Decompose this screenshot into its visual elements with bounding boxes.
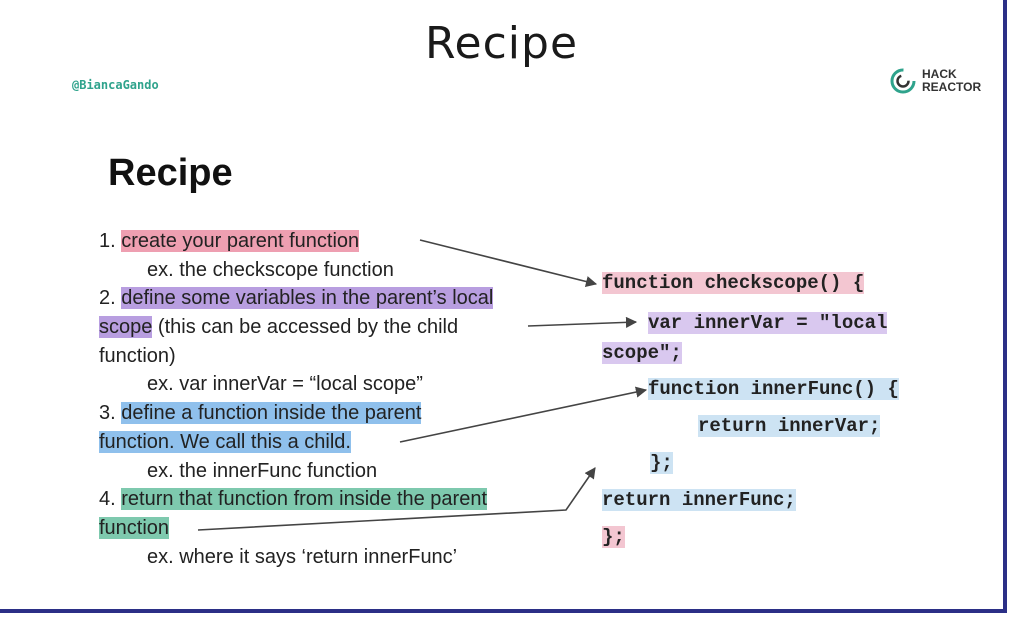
- step4-line2: function: [99, 514, 579, 543]
- step3-example: ex. the innerFunc function: [147, 459, 378, 482]
- step-number: 2.: [99, 287, 122, 310]
- list-item-step3: 3. define a function inside the parent: [99, 399, 579, 428]
- step3-highlight-a: define a function inside the parent: [121, 402, 422, 425]
- code-line-1: function checkscope() {: [602, 272, 865, 294]
- page-title: Recipe: [424, 18, 579, 69]
- step2-line2: scope (this can be accessed by the child: [99, 313, 579, 342]
- list-item-step1: 1. create your parent function: [99, 227, 579, 256]
- step4-highlight-b: function: [99, 516, 170, 539]
- code-line-6: };: [650, 452, 673, 474]
- slide-frame: Recipe @BiancaGando HACK REACTOR Recipe …: [0, 0, 1007, 613]
- step2-line3: function): [99, 344, 176, 367]
- logo-line-reactor: REACTOR: [922, 80, 982, 94]
- step-number: 3.: [99, 402, 122, 425]
- step2-rest: (this can be accessed by the child: [152, 316, 459, 339]
- step3-line2: function. We call this a child.: [99, 428, 579, 457]
- list-item-step4: 4. return that function from inside the …: [99, 485, 579, 514]
- code-line-7: return innerFunc;: [602, 489, 796, 511]
- code-line-8: };: [602, 526, 625, 548]
- code-line-5: return innerVar;: [698, 415, 881, 437]
- hack-reactor-logo-icon: [890, 68, 916, 94]
- step2-highlight-a: define some variables in the parent’s lo…: [121, 287, 494, 310]
- step-number: 1.: [99, 230, 122, 252]
- list-item-step2: 2. define some variables in the parent’s…: [99, 284, 579, 313]
- author-handle: @BiancaGando: [72, 78, 159, 92]
- code-line-4: function innerFunc() {: [648, 378, 899, 400]
- step3-highlight-b: function. We call this a child.: [99, 430, 351, 453]
- step2-highlight-b: scope: [99, 316, 153, 339]
- step4-highlight-a: return that function from inside the par…: [121, 488, 488, 511]
- step2-example: ex. var innerVar = “local scope”: [147, 373, 423, 396]
- recipe-list: 1. create your parent function ex. the c…: [99, 227, 579, 571]
- step4-example: ex. where it says ‘return innerFunc’: [147, 545, 458, 568]
- code-line-2: var innerVar = "local: [648, 312, 888, 334]
- slide-heading: Recipe: [108, 152, 233, 194]
- step1-example: ex. the checkscope function: [147, 258, 394, 281]
- step-number: 4.: [99, 488, 122, 511]
- logo-text: HACK REACTOR: [922, 68, 981, 94]
- code-line-3: scope";: [602, 342, 682, 364]
- step1-highlight: create your parent function: [121, 230, 360, 252]
- hack-reactor-logo: HACK REACTOR: [890, 68, 981, 94]
